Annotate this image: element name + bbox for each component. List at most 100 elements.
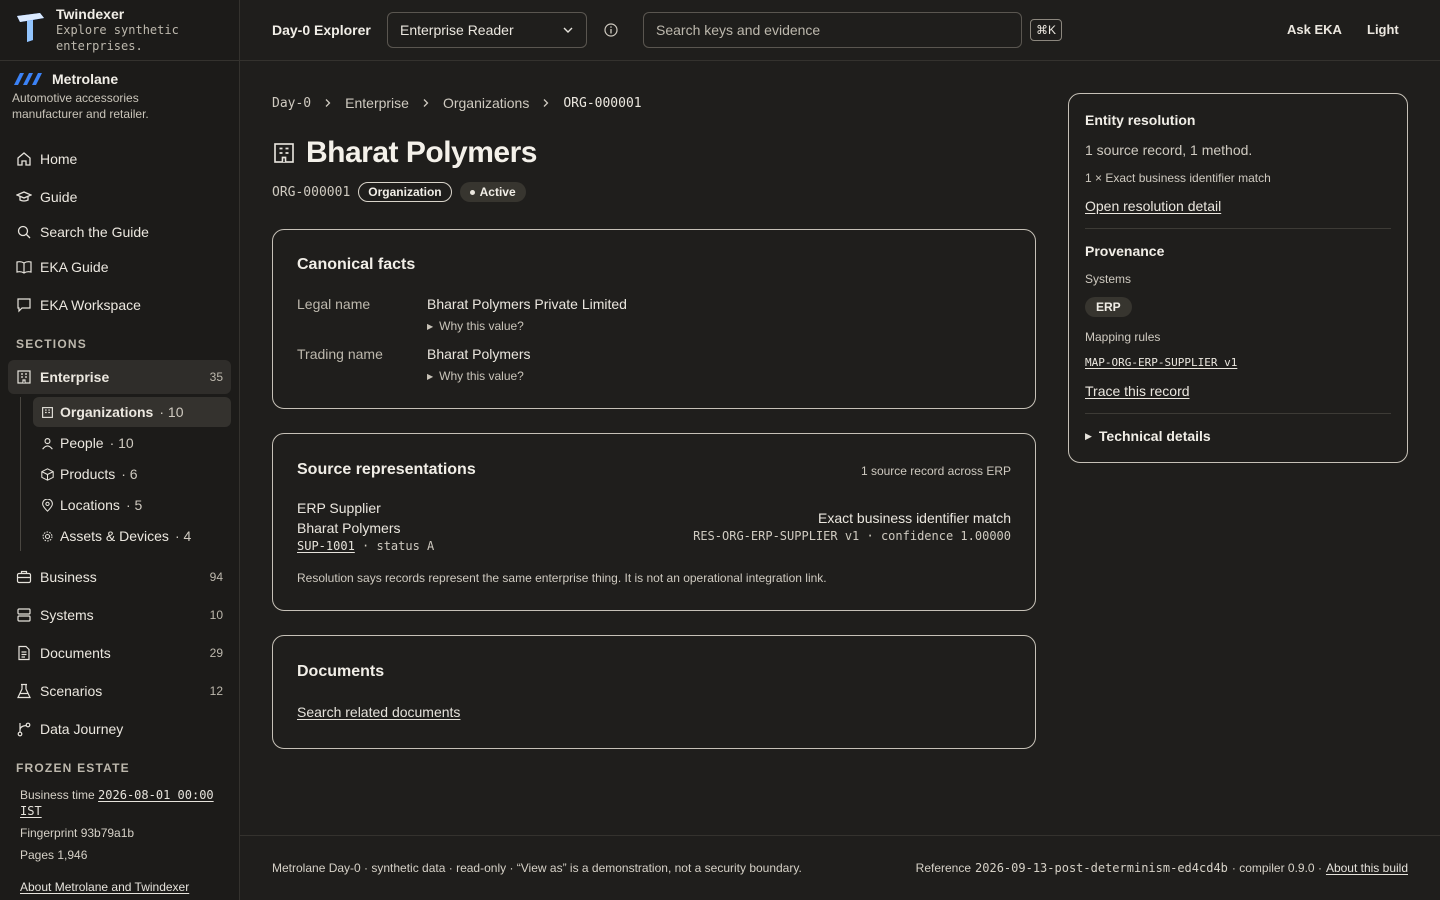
subnav-item-label: Organizations bbox=[60, 404, 154, 420]
server-icon bbox=[17, 608, 31, 622]
sidebar-item-data-journey[interactable]: Data Journey bbox=[8, 712, 231, 746]
brand[interactable]: Twindexer Explore synthetic enterprises. bbox=[0, 0, 239, 61]
type-badge: Organization bbox=[358, 182, 452, 202]
footer: Metrolane Day-0 · synthetic data · read-… bbox=[240, 835, 1440, 900]
sidebar-item-label: Guide bbox=[40, 189, 78, 205]
sidebar: Twindexer Explore synthetic enterprises.… bbox=[0, 0, 240, 900]
tenant-description: Automotive accessories manufacturer and … bbox=[12, 91, 149, 121]
trace-record-link[interactable]: Trace this record bbox=[1085, 383, 1190, 399]
entity-resolution-title: Entity resolution bbox=[1085, 112, 1196, 128]
technical-details-label: Technical details bbox=[1098, 428, 1211, 444]
status-badge-label: Active bbox=[479, 185, 516, 199]
card-title: Documents bbox=[297, 663, 385, 680]
theme-toggle-button[interactable]: Light bbox=[1367, 22, 1399, 37]
sidebar-item-label: Data Journey bbox=[40, 721, 124, 737]
flask-icon bbox=[17, 683, 31, 699]
page-meta: ORG-000001 Organization Active bbox=[272, 182, 526, 202]
building-icon bbox=[42, 406, 53, 418]
source-record-status: · status A bbox=[362, 539, 435, 553]
breadcrumb-current: ORG-000001 bbox=[563, 95, 642, 111]
about-metrolane-link[interactable]: About Metrolane and Twindexer bbox=[20, 880, 189, 894]
divider bbox=[1085, 413, 1391, 414]
box-icon bbox=[41, 467, 54, 481]
sidebar-item-eka-workspace[interactable]: EKA Workspace bbox=[8, 288, 231, 322]
sidebar-item-label: Systems bbox=[40, 607, 94, 623]
fact-label: Legal name bbox=[297, 296, 371, 312]
breadcrumb-item[interactable]: Organizations bbox=[443, 95, 529, 111]
sidebar-item-label: Business bbox=[40, 569, 97, 585]
why-this-value-toggle[interactable]: ▶ Why this value? bbox=[427, 369, 524, 383]
subnav-item-count: · 10 bbox=[159, 404, 184, 420]
page-header: Bharat Polymers bbox=[272, 136, 537, 170]
gear-icon bbox=[42, 531, 53, 541]
fingerprint: Fingerprint 93b79a1b bbox=[20, 826, 135, 840]
sidebar-item-scenarios[interactable]: Scenarios 12 bbox=[8, 674, 231, 708]
breadcrumb-item[interactable]: Day-0 bbox=[272, 96, 311, 111]
canonical-facts-card: Canonical facts Legal name Bharat Polyme… bbox=[272, 229, 1036, 409]
sidebar-item-systems[interactable]: Systems 10 bbox=[8, 598, 231, 632]
footer-disclaimer: Metrolane Day-0 · synthetic data · read-… bbox=[272, 861, 802, 875]
search-input[interactable]: Search keys and evidence bbox=[643, 12, 1022, 48]
building-icon bbox=[17, 370, 31, 384]
mapping-rule-link[interactable]: MAP-ORG-ERP-SUPPLIER v1 bbox=[1085, 356, 1237, 369]
search-placeholder: Search keys and evidence bbox=[656, 22, 821, 38]
sidebar-item-business[interactable]: Business 94 bbox=[8, 560, 231, 594]
source-record-link[interactable]: SUP-1001 bbox=[297, 539, 355, 553]
sidebar-item-home[interactable]: Home bbox=[8, 142, 231, 176]
brand-tagline: Explore synthetic enterprises. bbox=[56, 23, 179, 53]
technical-details-toggle[interactable]: ▶ Technical details bbox=[1085, 428, 1211, 444]
sidebar-item-count: 10 bbox=[209, 608, 223, 622]
status-badge: Active bbox=[459, 182, 526, 202]
chat-icon bbox=[17, 298, 31, 313]
top-bar: Day-0 Explorer Enterprise Reader Search … bbox=[240, 0, 1440, 61]
document-icon bbox=[18, 645, 30, 661]
reference-value: 2026-09-13-post-determinism-ed4cd4b bbox=[975, 861, 1228, 875]
metrolane-logo-icon bbox=[14, 73, 42, 85]
sidebar-item-label: EKA Workspace bbox=[40, 297, 141, 313]
graduation-cap-icon bbox=[16, 191, 32, 202]
provenance-title: Provenance bbox=[1085, 243, 1165, 259]
subnav-item-people[interactable]: People · 10 bbox=[33, 428, 231, 458]
subnav-item-assets-devices[interactable]: Assets & Devices · 4 bbox=[33, 521, 231, 551]
sidebar-item-eka-guide[interactable]: EKA Guide bbox=[8, 250, 231, 284]
subnav-item-organizations[interactable]: Organizations · 10 bbox=[33, 397, 231, 427]
page-title: Bharat Polymers bbox=[306, 136, 537, 169]
sidebar-item-enterprise[interactable]: Enterprise 35 bbox=[8, 360, 231, 394]
subnav-item-locations[interactable]: Locations · 5 bbox=[33, 490, 231, 520]
breadcrumb: Day-0 Enterprise Organizations ORG-00000… bbox=[272, 95, 642, 111]
documents-card: Documents Search related documents bbox=[272, 635, 1036, 749]
info-icon[interactable] bbox=[603, 22, 619, 38]
sidebar-item-count: 12 bbox=[209, 684, 223, 698]
sidebar-item-guide[interactable]: Guide bbox=[8, 180, 231, 214]
about-build-link[interactable]: About this build bbox=[1326, 861, 1408, 875]
status-dot-icon bbox=[469, 189, 475, 195]
page-count: Pages 1,946 bbox=[20, 848, 88, 862]
ask-eka-button[interactable]: Ask EKA bbox=[1287, 22, 1342, 37]
match-method: Exact business identifier match bbox=[818, 510, 1011, 526]
fact-value: Bharat Polymers Private Limited bbox=[427, 296, 627, 312]
source-record-line: SUP-1001 · status A bbox=[297, 539, 434, 553]
sidebar-item-count: 94 bbox=[209, 570, 223, 584]
search-related-documents-link[interactable]: Search related documents bbox=[297, 704, 460, 720]
subnav-item-label: Assets & Devices bbox=[60, 528, 169, 544]
sidebar-item-search-guide[interactable]: Search the Guide bbox=[8, 215, 231, 249]
sidebar-item-label: Scenarios bbox=[40, 683, 103, 699]
subnav-item-products[interactable]: Products · 6 bbox=[33, 459, 231, 489]
view-as-role-select[interactable]: Enterprise Reader bbox=[387, 12, 587, 48]
chevron-right-icon bbox=[543, 99, 549, 107]
open-resolution-detail-link[interactable]: Open resolution detail bbox=[1085, 198, 1221, 214]
divider bbox=[1085, 228, 1391, 229]
sidebar-item-documents[interactable]: Documents 29 bbox=[8, 636, 231, 670]
sidebar-item-label: Home bbox=[40, 151, 78, 167]
frozen-estate-heading: FROZEN ESTATE bbox=[16, 761, 130, 775]
why-this-value-toggle[interactable]: ▶ Why this value? bbox=[427, 319, 524, 333]
person-icon bbox=[42, 437, 53, 450]
breadcrumb-item[interactable]: Enterprise bbox=[345, 95, 409, 111]
source-name: Bharat Polymers bbox=[297, 520, 401, 536]
chevron-right-icon bbox=[423, 99, 429, 107]
enterprise-subnav: Organizations · 10 People · 10 Products … bbox=[20, 397, 232, 551]
disclosure-triangle-icon: ▶ bbox=[427, 371, 434, 381]
sidebar-item-count: 29 bbox=[209, 646, 223, 660]
chevron-right-icon bbox=[325, 99, 331, 107]
disclosure-triangle-icon: ▶ bbox=[1085, 430, 1092, 441]
